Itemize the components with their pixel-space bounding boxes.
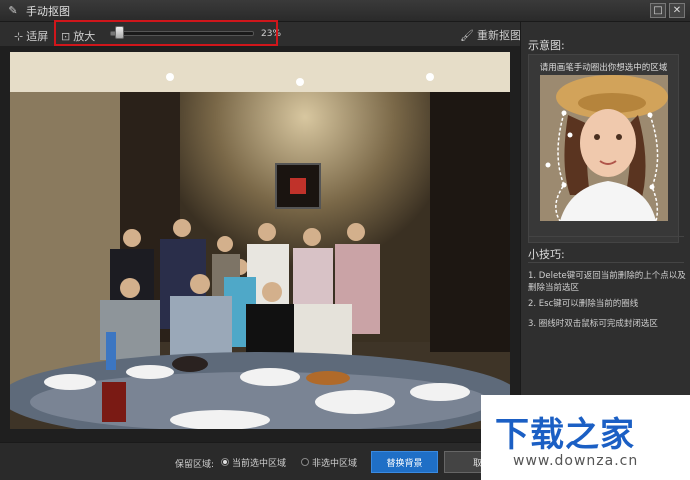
girl-portrait xyxy=(540,75,668,221)
title-bar: ✎ 手动抠图 □ ✕ xyxy=(0,0,690,22)
example-image xyxy=(540,75,668,221)
radio-noncurrent-area[interactable] xyxy=(301,458,309,466)
redraw-button[interactable]: 🖌 重新抠图 xyxy=(460,27,521,43)
watermark-title: 下载之家 xyxy=(495,415,635,455)
tip-item: 2. Esc键可以删除当前的圈线 xyxy=(528,299,639,309)
panel-divider xyxy=(528,262,684,263)
panel-divider xyxy=(528,236,684,237)
fit-screen-icon: ⊹ xyxy=(14,29,24,43)
fit-screen-button[interactable]: ⊹ 适屏 xyxy=(14,28,48,44)
example-heading: 示意图: xyxy=(528,39,565,52)
tips-heading: 小技巧: xyxy=(528,248,565,261)
zoom-highlight-box xyxy=(54,20,278,46)
example-box: 请用画笔手动圈出你想选中的区域 xyxy=(528,54,679,243)
bottom-bar: 保留区域: 当前选中区域 非选中区域 替换背景 取 xyxy=(0,442,520,480)
photo-canvas[interactable] xyxy=(10,52,510,429)
radio-current-area[interactable] xyxy=(221,458,229,466)
redraw-label: 重新抠图 xyxy=(476,29,521,42)
keep-area-label: 保留区域: xyxy=(175,460,215,470)
watermark: 下载之家 www.downza.cn xyxy=(481,395,690,480)
radio-current-area-label[interactable]: 当前选中区域 xyxy=(232,456,286,469)
replace-background-button[interactable]: 替换背景 xyxy=(371,451,438,473)
group-photo xyxy=(10,52,510,429)
example-caption: 请用画笔手动圈出你想选中的区域 xyxy=(539,63,668,73)
tip-item: 3. 圈线时双击鼠标可完成封闭选区 xyxy=(528,319,658,329)
fit-screen-label: 适屏 xyxy=(26,30,49,43)
tip-item: 1. Delete键可返回当前删除的上个点以及删除当前选区 xyxy=(528,271,686,293)
app-icon: ✎ xyxy=(8,4,18,17)
close-button[interactable]: ✕ xyxy=(669,3,685,18)
brush-icon: 🖌 xyxy=(460,28,474,42)
window-title: 手动抠图 xyxy=(26,4,70,18)
radio-noncurrent-area-label[interactable]: 非选中区域 xyxy=(312,456,357,469)
watermark-url: www.downza.cn xyxy=(513,453,639,469)
maximize-button[interactable]: □ xyxy=(650,3,666,18)
